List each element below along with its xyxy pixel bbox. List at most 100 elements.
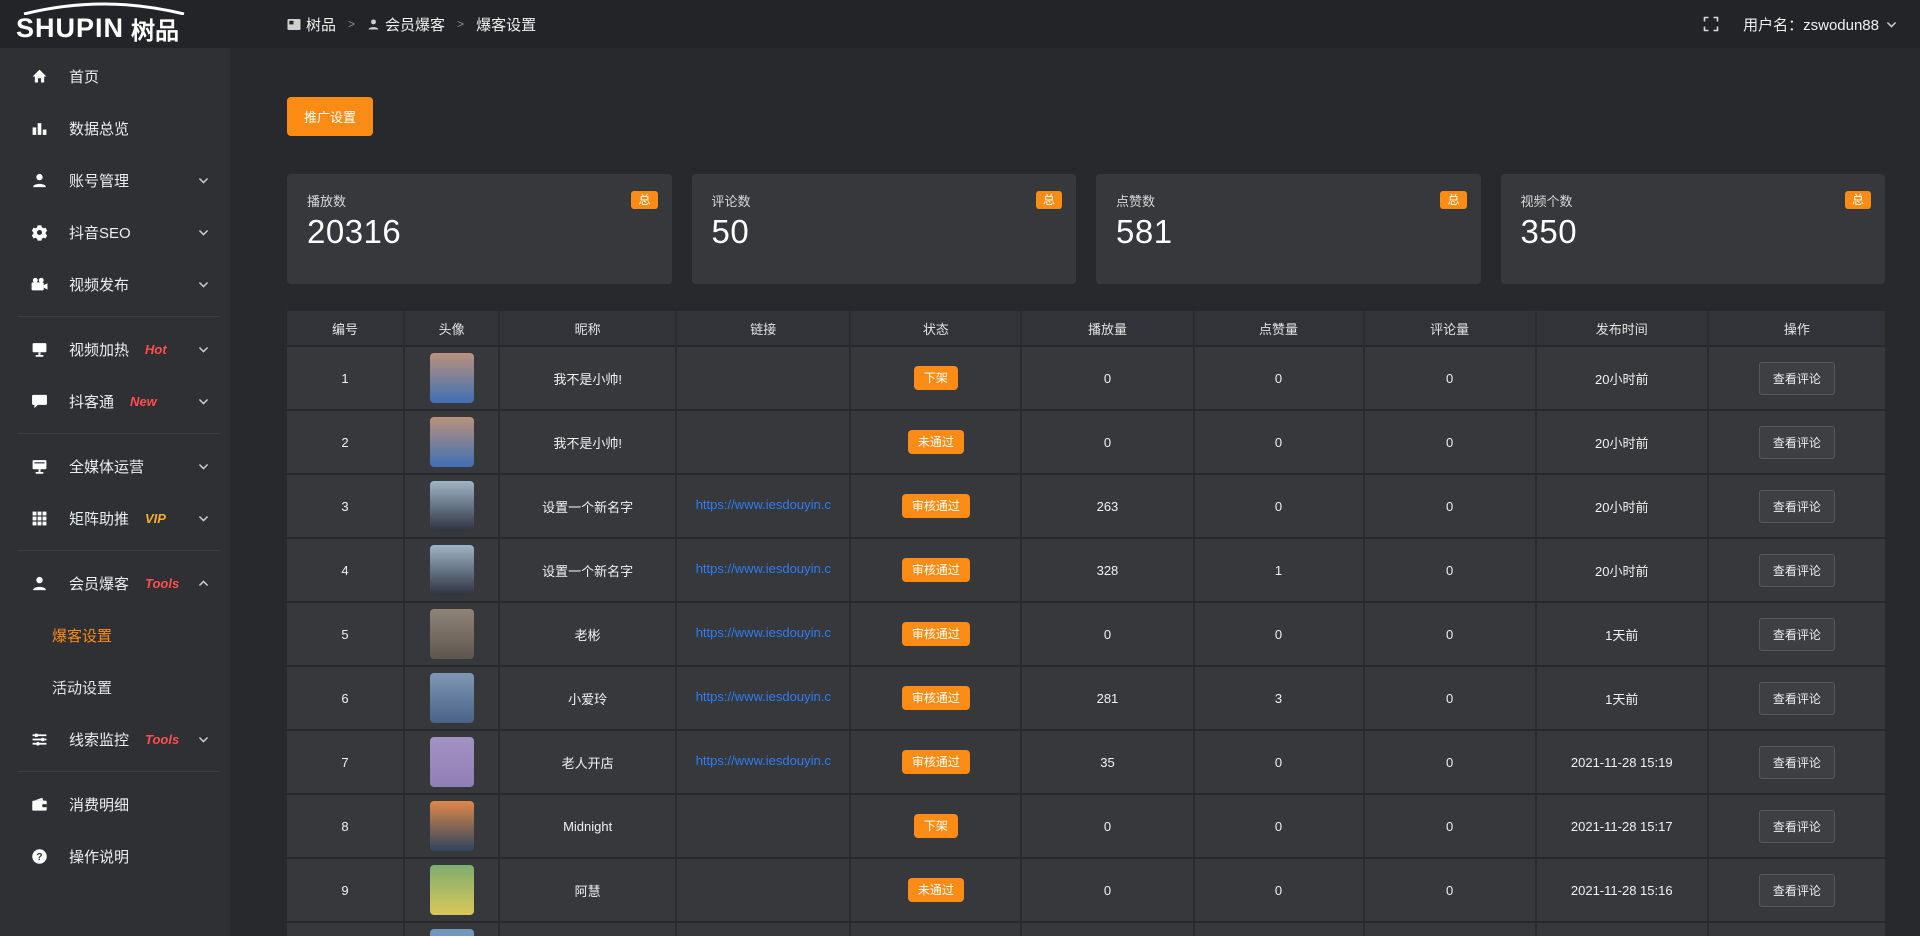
- sidebar-item-label: 操作说明: [69, 846, 129, 867]
- sidebar-item-consume-detail[interactable]: 消费明细: [0, 778, 230, 830]
- status-badge: 审核通过: [902, 622, 970, 646]
- username-label: 用户名：zswodun88: [1743, 14, 1879, 35]
- nickname: 老彬: [575, 628, 601, 643]
- video-link[interactable]: https://www.iesdouyin.c: [696, 497, 831, 512]
- sidebar-item-clue-monitor[interactable]: 线索监控 Tools: [0, 713, 230, 765]
- logo-arc-icon: [18, 1, 190, 15]
- likes-count: 0: [1275, 883, 1282, 898]
- sidebar-item-label: 全媒体运营: [69, 456, 144, 477]
- sidebar-divider: [18, 316, 220, 317]
- comments-count: 0: [1446, 499, 1453, 514]
- likes-count: 0: [1275, 371, 1282, 386]
- status-badge: 审核通过: [902, 558, 970, 582]
- video-link[interactable]: https://www.iesdouyin.c: [696, 561, 831, 576]
- chat-icon: [30, 393, 48, 410]
- sidebar-item-video-publish[interactable]: 视频发布: [0, 258, 230, 310]
- view-comments-button[interactable]: 查看评论: [1759, 618, 1835, 651]
- breadcrumb-label: 会员爆客: [385, 14, 445, 35]
- cell-id: 4: [341, 563, 348, 578]
- question-icon: ?: [30, 848, 48, 865]
- chevron-down-icon: [197, 512, 210, 525]
- view-comments-button[interactable]: 查看评论: [1759, 682, 1835, 715]
- column-header: 播放量: [1022, 311, 1194, 345]
- table-row: [287, 923, 1885, 936]
- chevron-down-icon: [197, 278, 210, 291]
- comments-count: 0: [1446, 755, 1453, 770]
- cell-id: 3: [341, 499, 348, 514]
- sidebar-item-home[interactable]: 首页: [0, 50, 230, 102]
- breadcrumb-item[interactable]: 树品: [287, 14, 336, 35]
- likes-count: 0: [1275, 819, 1282, 834]
- publish-time: 20小时前: [1595, 436, 1648, 451]
- table-row: 6小爱玲https://www.iesdouyin.c审核通过281301天前查…: [287, 667, 1885, 729]
- sidebar-item-label: 消费明细: [69, 794, 129, 815]
- breadcrumb-item[interactable]: 爆客设置: [476, 14, 536, 35]
- grid-icon: [30, 510, 48, 527]
- stat-card: 播放数20316总: [287, 174, 672, 284]
- plays-count: 281: [1097, 691, 1119, 706]
- status-badge: 未通过: [908, 430, 964, 454]
- sidebar-item-label: 线索监控: [69, 729, 129, 750]
- table-row: 9阿慧未通过0002021-11-28 15:16查看评论: [287, 859, 1885, 921]
- stat-value: 20316: [307, 213, 658, 251]
- sidebar-item-help[interactable]: ? 操作说明: [0, 830, 230, 882]
- table-row: 8Midnight下架0002021-11-28 15:17查看评论: [287, 795, 1885, 857]
- sidebar-item-all-media[interactable]: 全媒体运营: [0, 440, 230, 492]
- view-comments-button[interactable]: 查看评论: [1759, 746, 1835, 779]
- stat-card: 视频个数350总: [1501, 174, 1886, 284]
- stat-value: 581: [1116, 213, 1467, 251]
- view-comments-button[interactable]: 查看评论: [1759, 490, 1835, 523]
- sidebar-subitem-active[interactable]: 爆客设置: [0, 609, 230, 661]
- view-comments-button[interactable]: 查看评论: [1759, 810, 1835, 843]
- breadcrumb-separator: >: [348, 17, 355, 31]
- logo-text-en: SHUPIN: [16, 15, 124, 42]
- fullscreen-icon[interactable]: [1703, 16, 1719, 32]
- sidebar-item-matrix-boost[interactable]: 矩阵助推VIP: [0, 492, 230, 544]
- cell-id: 5: [341, 627, 348, 642]
- sidebar-item-label: 矩阵助推: [69, 508, 129, 529]
- video-link[interactable]: https://www.iesdouyin.c: [696, 753, 831, 768]
- username-menu[interactable]: 用户名：zswodun88: [1743, 14, 1898, 35]
- breadcrumb-item[interactable]: 会员爆客: [367, 14, 445, 35]
- avatar: [430, 801, 474, 851]
- plays-count: 328: [1097, 563, 1119, 578]
- column-header: 点赞量: [1195, 311, 1365, 345]
- column-header: 头像: [405, 311, 500, 345]
- view-comments-button[interactable]: 查看评论: [1759, 362, 1835, 395]
- plays-count: 0: [1104, 819, 1111, 834]
- home-icon: [30, 68, 48, 85]
- view-comments-button[interactable]: 查看评论: [1759, 874, 1835, 907]
- view-comments-button[interactable]: 查看评论: [1759, 554, 1835, 587]
- app-logo[interactable]: SHUPIN 树品: [0, 0, 230, 48]
- cell-id: 2: [341, 435, 348, 450]
- comments-count: 0: [1446, 819, 1453, 834]
- status-badge: 下架: [914, 366, 958, 390]
- sidebar-item-badge: Tools: [145, 732, 179, 747]
- stat-cards: 播放数20316总评论数50总点赞数581总视频个数350总: [287, 174, 1885, 284]
- topbar-right: 用户名：zswodun88: [1703, 14, 1920, 35]
- sidebar-item-video-heating[interactable]: 视频加热Hot: [0, 323, 230, 375]
- sidebar-item-account-manage[interactable]: 账号管理: [0, 154, 230, 206]
- sidebar-item-badge: Hot: [145, 342, 167, 357]
- bar-chart-icon: [30, 120, 48, 137]
- sidebar-item-douyin-seo[interactable]: 抖音SEO: [0, 206, 230, 258]
- total-badge: 总: [1036, 191, 1062, 209]
- cell-id: 9: [341, 883, 348, 898]
- sidebar-item-member-baoke[interactable]: 会员爆客Tools: [0, 557, 230, 609]
- nickname: 设置一个新名字: [542, 564, 633, 579]
- video-link[interactable]: https://www.iesdouyin.c: [696, 689, 831, 704]
- video-link[interactable]: https://www.iesdouyin.c: [696, 625, 831, 640]
- sidebar-subitem[interactable]: 活动设置: [0, 661, 230, 713]
- chevron-down-icon: [197, 174, 210, 187]
- app-window: SHUPIN 树品 树品>会员爆客>爆客设置 用户名：zswodun88 首页数…: [0, 0, 1920, 936]
- table-row: 7老人开店https://www.iesdouyin.c审核通过35002021…: [287, 731, 1885, 793]
- sidebar-item-douketong[interactable]: 抖客通New: [0, 375, 230, 427]
- video-camera-icon: [30, 276, 48, 293]
- chevron-down-icon: [197, 460, 210, 473]
- videos-table: 编号头像昵称链接状态播放量点赞量评论量发布时间操作 1我不是小帅!下架00020…: [287, 309, 1885, 936]
- promotion-settings-button[interactable]: 推广设置: [287, 97, 373, 136]
- view-comments-button[interactable]: 查看评论: [1759, 426, 1835, 459]
- sidebar-item-data-overview[interactable]: 数据总览: [0, 102, 230, 154]
- comments-count: 0: [1446, 435, 1453, 450]
- publish-time: 20小时前: [1595, 500, 1648, 515]
